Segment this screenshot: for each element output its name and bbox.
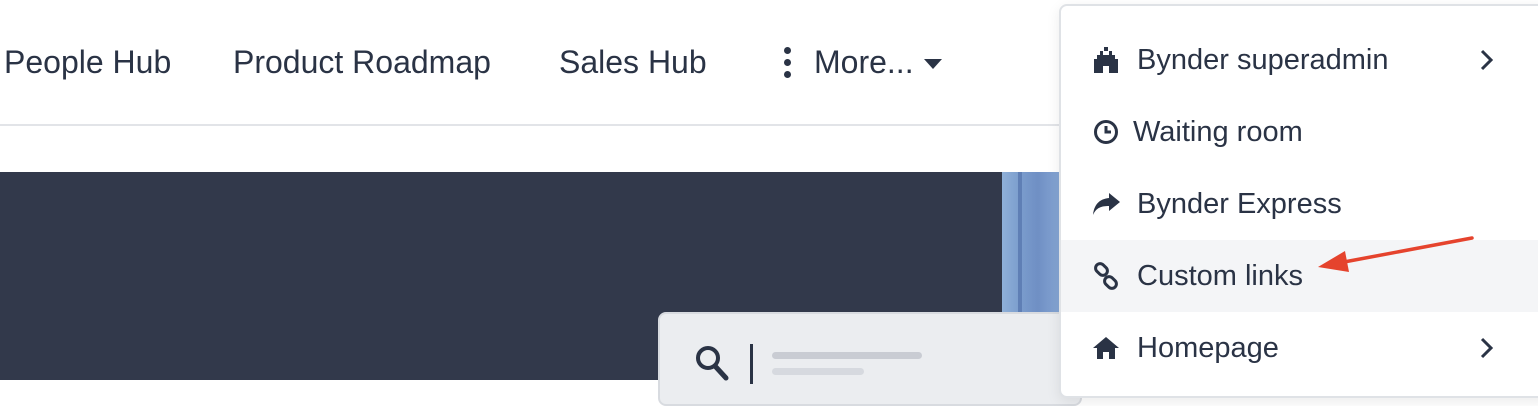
chevron-right-icon (1480, 337, 1494, 359)
more-dropdown-menu: Bynder superadmin Waiting room Bynder Ex… (1059, 4, 1538, 398)
nav-more-label: More... (814, 44, 914, 80)
clock-icon (1091, 117, 1121, 147)
text-cursor (750, 344, 753, 384)
menu-item-bynder-superadmin[interactable]: Bynder superadmin (1061, 24, 1538, 96)
menu-item-custom-links[interactable]: Custom links (1061, 240, 1538, 312)
menu-item-label: Bynder superadmin (1137, 44, 1389, 76)
link-icon (1091, 261, 1121, 291)
search-illustration (658, 312, 1082, 406)
menu-item-label: Bynder Express (1137, 188, 1342, 220)
menu-item-label: Waiting room (1133, 116, 1303, 148)
menu-item-label: Homepage (1137, 332, 1279, 364)
share-arrow-icon (1091, 189, 1121, 219)
placeholder-line (772, 368, 864, 375)
home-icon (1091, 333, 1121, 363)
nav-item-product-roadmap[interactable]: Product Roadmap (233, 42, 491, 82)
menu-item-homepage[interactable]: Homepage (1061, 312, 1538, 384)
nav-more-button[interactable]: More... (782, 42, 942, 82)
nav-item-people-hub[interactable]: People Hub (4, 42, 171, 82)
menu-item-label: Custom links (1137, 260, 1303, 292)
placeholder-line (772, 352, 922, 359)
kebab-icon (782, 46, 792, 78)
chevron-right-icon (1480, 49, 1494, 71)
caret-down-icon (923, 59, 942, 69)
search-icon (696, 346, 729, 381)
castle-icon (1091, 45, 1121, 75)
menu-item-bynder-express[interactable]: Bynder Express (1061, 168, 1538, 240)
menu-item-waiting-room[interactable]: Waiting room (1061, 96, 1538, 168)
nav-item-sales-hub[interactable]: Sales Hub (559, 42, 707, 82)
